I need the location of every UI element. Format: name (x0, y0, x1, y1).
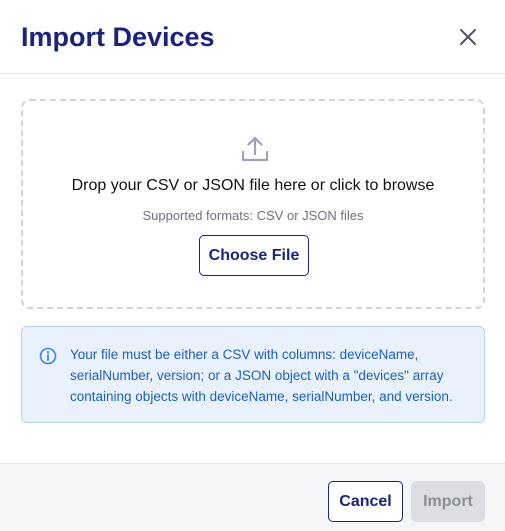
cancel-button[interactable]: Cancel (328, 481, 403, 522)
supported-formats-text: Supported formats: CSV or JSON files (142, 208, 364, 223)
import-button[interactable]: Import (411, 481, 485, 522)
info-alert: Your file must be either a CSV with colu… (21, 326, 485, 423)
file-dropzone[interactable]: Drop your CSV or JSON file here or click… (21, 99, 485, 309)
info-message: Your file must be either a CSV with colu… (70, 347, 453, 404)
dialog-footer: Cancel Import (0, 463, 505, 531)
dialog-title: Import Devices (21, 22, 215, 52)
dialog-header: Import Devices (0, 0, 505, 74)
close-icon[interactable] (455, 24, 481, 50)
upload-icon (241, 136, 269, 162)
import-devices-dialog: Import Devices Drop your CSV or JSON fil… (0, 0, 505, 531)
info-icon (39, 347, 57, 365)
dropzone-instruction: Drop your CSV or JSON file here or click… (71, 177, 435, 194)
choose-file-button[interactable]: Choose File (199, 235, 309, 276)
